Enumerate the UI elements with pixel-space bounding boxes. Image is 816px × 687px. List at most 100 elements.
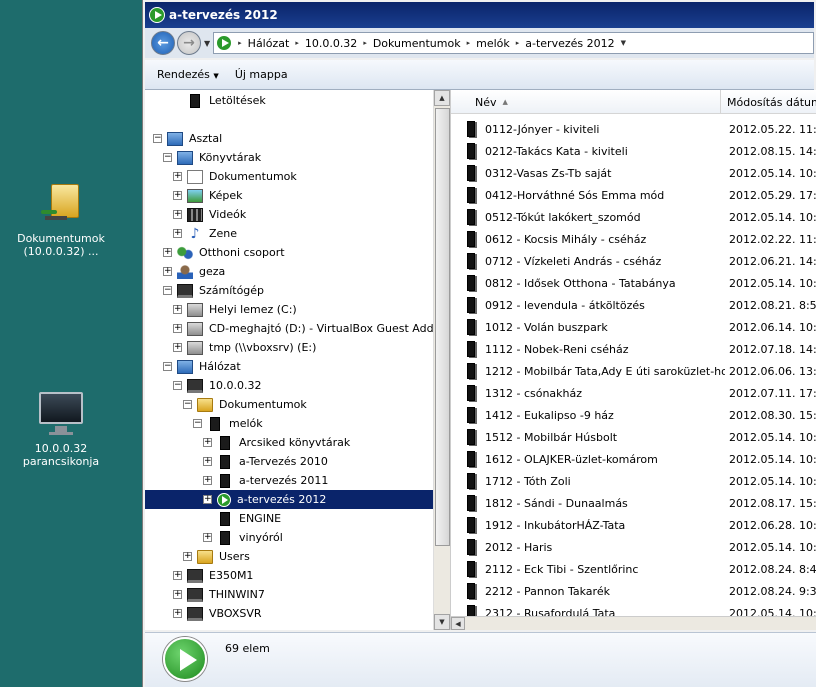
- sort-arrow-icon: ▲: [502, 98, 508, 106]
- expand-icon[interactable]: +: [173, 210, 182, 219]
- tree-item[interactable]: + tmp (\\vboxsrv) (E:): [145, 338, 434, 357]
- tree-item[interactable]: + THINWIN7: [145, 585, 434, 604]
- tree-item[interactable]: + Otthoni csoport: [145, 243, 434, 262]
- file-row[interactable]: 0312-Vasas Zs-Tb saját 2012.05.14. 10:2: [459, 162, 816, 184]
- tree-item[interactable]: − 10.0.0.32: [145, 376, 434, 395]
- expand-icon[interactable]: +: [183, 552, 192, 561]
- file-row[interactable]: 1112 - Nobek-Reni cséház 2012.07.18. 14:1: [459, 338, 816, 360]
- breadcrumb[interactable]: ▸ Hálózat: [238, 37, 289, 50]
- expand-icon[interactable]: +: [163, 267, 172, 276]
- file-row[interactable]: 1712 - Tóth Zoli 2012.05.14. 10:2: [459, 470, 816, 492]
- tree-item[interactable]: + E350M1: [145, 566, 434, 585]
- expand-icon[interactable]: +: [203, 457, 212, 466]
- collapse-icon[interactable]: −: [163, 286, 172, 295]
- tree-item[interactable]: + geza: [145, 262, 434, 281]
- collapse-icon[interactable]: −: [173, 381, 182, 390]
- expand-icon[interactable]: +: [173, 590, 182, 599]
- file-row[interactable]: 0112-Jónyer - kiviteli 2012.05.22. 11:1: [459, 118, 816, 140]
- tree-item[interactable]: − melók: [145, 414, 434, 433]
- scroll-up-button[interactable]: ▲: [434, 90, 450, 106]
- desktop-icon-network-documents[interactable]: Dokumentumok (10.0.0.32) ...: [11, 180, 111, 258]
- tree-item[interactable]: ENGINE: [145, 509, 434, 528]
- file-row[interactable]: 0712 - Vízkeleti András - cséház 2012.06.…: [459, 250, 816, 272]
- tree-item[interactable]: + Videók: [145, 205, 434, 224]
- file-row[interactable]: 1212 - Mobilbár Tata,Ady E úti saroküzle…: [459, 360, 816, 382]
- monitor-icon: [37, 390, 85, 438]
- tree-item[interactable]: + Képek: [145, 186, 434, 205]
- tree-item[interactable]: + Helyi lemez (C:): [145, 300, 434, 319]
- breadcrumb[interactable]: ▸ 10.0.0.32: [295, 37, 357, 50]
- collapse-icon[interactable]: −: [193, 419, 202, 428]
- expand-icon[interactable]: +: [173, 191, 182, 200]
- file-row[interactable]: 1812 - Sándi - Dunaalmás 2012.08.17. 15:4: [459, 492, 816, 514]
- column-date[interactable]: Módosítás dátuma: [721, 90, 816, 114]
- file-row[interactable]: 1612 - OLAJKER-üzlet-komárom 2012.05.14. …: [459, 448, 816, 470]
- file-row[interactable]: 0912 - levendula - átköltözés 2012.08.21.…: [459, 294, 816, 316]
- expand-icon[interactable]: +: [173, 609, 182, 618]
- column-name[interactable]: Név ▲: [459, 90, 721, 114]
- tree-item[interactable]: − Számítógép: [145, 281, 434, 300]
- tree-item[interactable]: − Hálózat: [145, 357, 434, 376]
- tree-item[interactable]: + Users: [145, 547, 434, 566]
- expand-icon[interactable]: +: [173, 324, 182, 333]
- recent-pages-dropdown[interactable]: ▼: [204, 39, 210, 48]
- file-name: 1112 - Nobek-Reni cséház: [485, 342, 629, 356]
- tree-item[interactable]: + CD-meghajtó (D:) - VirtualBox Guest Add…: [145, 319, 450, 338]
- folder-icon: [467, 209, 475, 225]
- expand-icon[interactable]: +: [173, 172, 182, 181]
- tree-item[interactable]: − Dokumentumok: [145, 395, 434, 414]
- tree-item[interactable]: + a-tervezés 2011: [145, 471, 434, 490]
- tree-item[interactable]: + Dokumentumok: [145, 167, 434, 186]
- breadcrumb[interactable]: ▸ a-tervezés 2012 ▼: [516, 37, 632, 50]
- file-row[interactable]: 0212-Takács Kata - kiviteli 2012.08.15. 1…: [459, 140, 816, 162]
- scroll-left-button[interactable]: ◀: [451, 617, 465, 630]
- tree-item[interactable]: + vinyóról: [145, 528, 434, 547]
- file-row[interactable]: 0812 - Idősek Otthona - Tatabánya 2012.05…: [459, 272, 816, 294]
- scroll-thumb[interactable]: [435, 108, 450, 546]
- collapse-icon[interactable]: −: [163, 153, 172, 162]
- expand-icon[interactable]: +: [203, 533, 212, 542]
- breadcrumb[interactable]: ▸ melók: [467, 37, 510, 50]
- breadcrumb[interactable]: ▸ Dokumentumok: [363, 37, 460, 50]
- file-row[interactable]: 0412-Horváthné Sós Emma mód 2012.05.29. 1…: [459, 184, 816, 206]
- expand-icon[interactable]: +: [203, 438, 212, 447]
- tree-item[interactable]: + VBOXSVR: [145, 604, 434, 623]
- expand-icon[interactable]: +: [173, 343, 182, 352]
- collapse-icon[interactable]: −: [163, 362, 172, 371]
- tree-item[interactable]: + Arcsiked könyvtárak: [145, 433, 434, 452]
- file-row[interactable]: 1512 - Mobilbár Húsbolt 2012.05.14. 10:2: [459, 426, 816, 448]
- tree-item[interactable]: + ♪ Zene: [145, 224, 434, 243]
- expand-icon[interactable]: +: [203, 495, 212, 504]
- organize-button[interactable]: Rendezés ▼: [157, 68, 219, 81]
- file-row[interactable]: 2112 - Eck Tibi - Szentlőrinc 2012.08.24.…: [459, 558, 816, 580]
- expand-icon[interactable]: +: [173, 229, 182, 238]
- new-folder-button[interactable]: Új mappa: [235, 68, 288, 81]
- tree-item[interactable]: − Könyvtárak: [145, 148, 434, 167]
- file-row[interactable]: 1012 - Volán buszpark 2012.06.14. 10:3: [459, 316, 816, 338]
- tree-item[interactable]: Letöltések: [145, 91, 434, 110]
- expand-icon[interactable]: +: [203, 476, 212, 485]
- file-row[interactable]: 1912 - InkubátorHÁZ-Tata 2012.06.28. 10:0: [459, 514, 816, 536]
- back-button[interactable]: ←: [151, 31, 175, 55]
- forward-button[interactable]: →: [177, 31, 201, 55]
- file-row[interactable]: 0612 - Kocsis Mihály - cséház 2012.02.22.…: [459, 228, 816, 250]
- file-row[interactable]: 1412 - Eukalipso -9 ház 2012.08.30. 15:5: [459, 404, 816, 426]
- collapse-icon[interactable]: −: [183, 400, 192, 409]
- expand-icon[interactable]: +: [173, 305, 182, 314]
- desktop-icon-shortcut[interactable]: 10.0.0.32 parancsikonja: [11, 390, 111, 468]
- collapse-icon[interactable]: −: [153, 134, 162, 143]
- file-row[interactable]: 2212 - Pannon Takarék 2012.08.24. 9:34: [459, 580, 816, 602]
- horizontal-scrollbar[interactable]: ◀: [451, 616, 816, 630]
- expand-icon[interactable]: +: [163, 248, 172, 257]
- nav-scrollbar[interactable]: ▲ ▼: [433, 90, 450, 630]
- tree-item[interactable]: − Asztal: [145, 129, 434, 148]
- file-row[interactable]: 0512-Tókút lakókert_szomód 2012.05.14. 10…: [459, 206, 816, 228]
- file-row[interactable]: 2012 - Haris 2012.05.14. 10:2: [459, 536, 816, 558]
- title-bar[interactable]: a-tervezés 2012: [145, 2, 814, 28]
- scroll-down-button[interactable]: ▼: [434, 614, 450, 630]
- expand-icon[interactable]: +: [173, 571, 182, 580]
- address-bar[interactable]: ▸ Hálózat ▸ 10.0.0.32 ▸ Dokumentumok ▸ melók…: [213, 32, 814, 54]
- tree-item[interactable]: + a-tervezés 2012: [145, 490, 434, 509]
- tree-item[interactable]: + a-Tervezés 2010: [145, 452, 434, 471]
- file-row[interactable]: 1312 - csónakház 2012.07.11. 17:4: [459, 382, 816, 404]
